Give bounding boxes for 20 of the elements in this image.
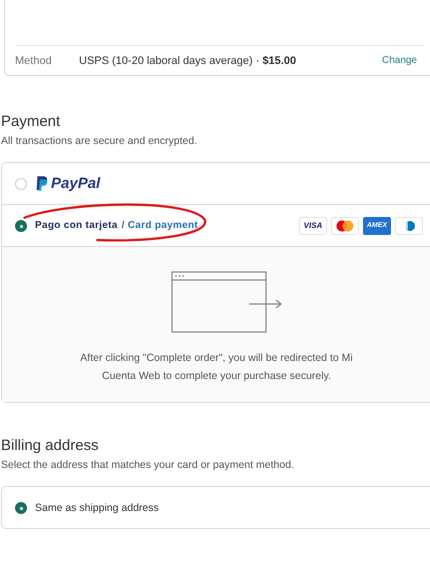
redirect-note: After clicking "Complete order", you will be redirected to Mi Cuenta Web to complete your purchase securely. [79, 351, 354, 384]
radio-button[interactable] [15, 502, 27, 514]
section-subtitle: All transactions are secure and encrypted. [1, 135, 198, 147]
radio-button[interactable] [15, 220, 27, 232]
mastercard-icon [331, 216, 359, 234]
change-link[interactable]: Change [382, 55, 417, 66]
section-title: Billing address [1, 437, 100, 454]
option-label: Pago con tarjeta [35, 220, 118, 231]
method-value: USPS (10-20 laboral days average) · $15.00 [79, 54, 298, 66]
option-label[interactable]: Same as shipping address [35, 502, 159, 514]
paypal-logo: PayPal [51, 175, 100, 192]
method-label: Method [15, 54, 53, 66]
paypal-p-icon [35, 175, 48, 192]
visa-badge: VISA [299, 216, 327, 234]
section-title: Payment [1, 113, 62, 130]
section-subtitle: Select the address that matches your card or payment method. [1, 459, 295, 471]
diners-icon [395, 216, 423, 234]
payment-option-label[interactable]: Pago con tarjeta / Card payment [35, 220, 198, 231]
option-translation: / Card payment [122, 220, 198, 231]
browser-redirect-icon [170, 271, 282, 333]
